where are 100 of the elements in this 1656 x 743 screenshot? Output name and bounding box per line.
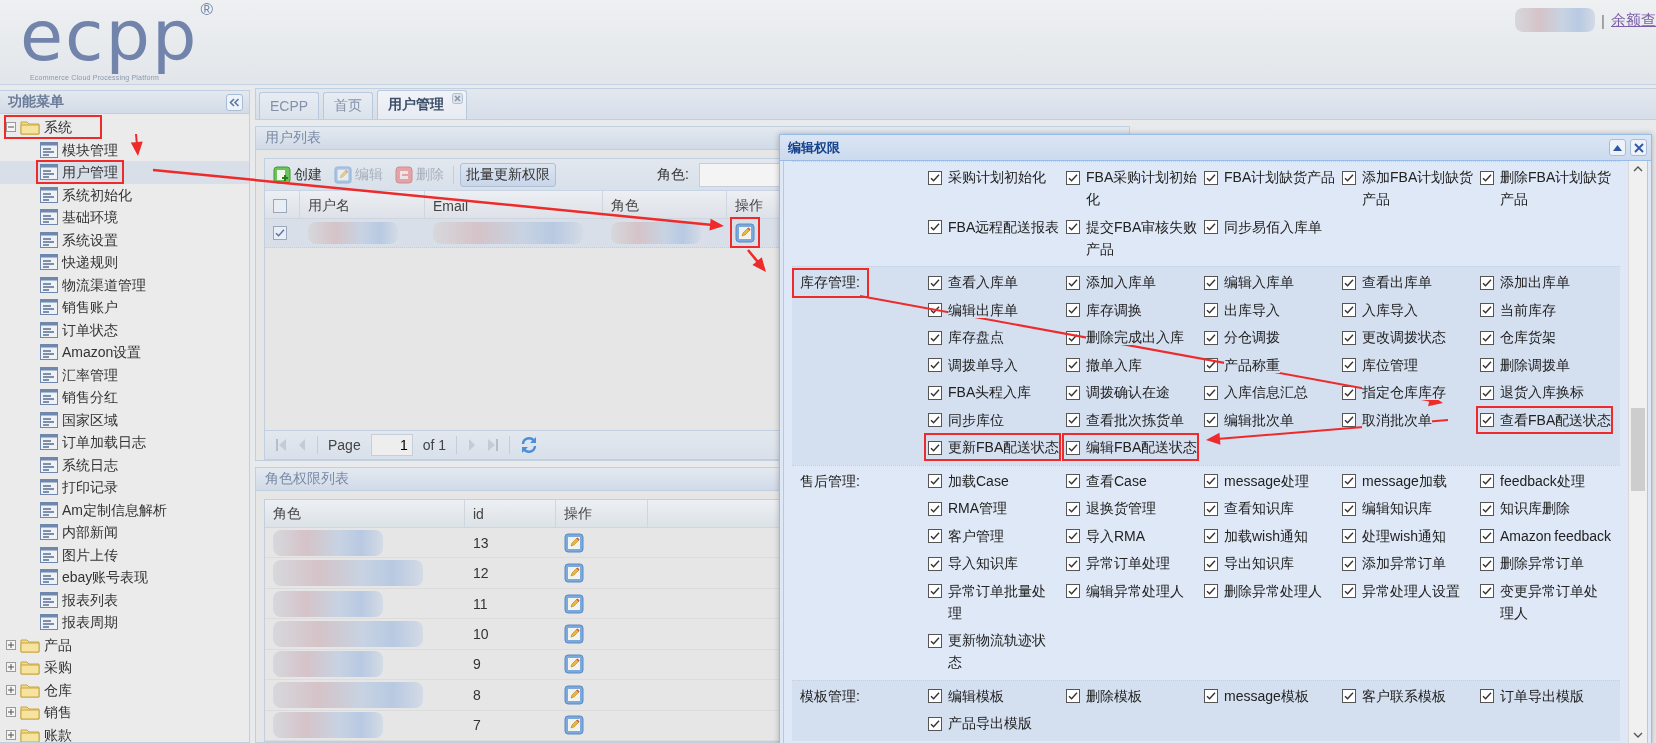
checkbox[interactable] [1066, 501, 1080, 516]
edit-button[interactable] [564, 623, 584, 644]
edit-button[interactable] [735, 223, 755, 243]
checkbox[interactable] [1066, 220, 1080, 234]
checkbox[interactable] [1066, 584, 1080, 598]
checkbox[interactable] [1066, 275, 1080, 290]
checkbox[interactable] [1066, 474, 1080, 488]
checkbox[interactable] [928, 358, 942, 372]
checkbox[interactable] [1480, 501, 1494, 516]
checkbox[interactable] [273, 198, 287, 213]
checkbox[interactable] [1480, 303, 1494, 317]
checkbox[interactable] [928, 584, 942, 598]
toolbar-button[interactable]: 批量更新权限 [460, 162, 556, 187]
checkbox[interactable] [1066, 689, 1080, 703]
scrollbar[interactable] [1628, 161, 1647, 743]
checkbox[interactable] [928, 633, 942, 648]
collapse-button[interactable] [1609, 139, 1626, 156]
tree-item[interactable]: 模块管理 [0, 138, 249, 161]
tree-folder[interactable]: 账款 [0, 723, 249, 742]
balance-link[interactable]: 余额查 [1611, 10, 1656, 30]
edit-button[interactable] [564, 593, 584, 614]
checkbox[interactable] [1204, 529, 1218, 543]
checkbox[interactable] [1204, 556, 1218, 571]
checkbox[interactable] [928, 529, 942, 543]
tree-item[interactable]: 订单加载日志 [0, 431, 249, 454]
collapse-button[interactable] [226, 93, 243, 111]
plus-icon[interactable] [6, 707, 16, 718]
checkbox[interactable] [1480, 529, 1494, 543]
tree-item[interactable]: 汇率管理 [0, 363, 249, 386]
checkbox[interactable] [1066, 170, 1080, 185]
checkbox[interactable] [1066, 303, 1080, 317]
checkbox[interactable] [1342, 303, 1356, 317]
tree-item[interactable]: Amazon设置 [0, 341, 249, 364]
checkbox[interactable] [1480, 584, 1494, 598]
edit-button[interactable] [564, 654, 584, 675]
tree-item[interactable]: 报表周期 [0, 611, 249, 634]
checkbox[interactable] [928, 501, 942, 516]
checkbox[interactable] [1204, 170, 1218, 185]
tree-folder[interactable]: 销售 [0, 701, 249, 724]
checkbox[interactable] [1342, 275, 1356, 290]
checkbox[interactable] [928, 413, 942, 427]
checkbox[interactable] [1066, 358, 1080, 372]
edit-button[interactable] [564, 684, 584, 705]
tree-item[interactable]: 打印记录 [0, 476, 249, 499]
checkbox[interactable] [1204, 584, 1218, 598]
tree-item[interactable]: Am定制信息解析 [0, 498, 249, 521]
checkbox[interactable] [928, 220, 942, 234]
tree-item[interactable]: 基础环境 [0, 206, 249, 229]
tree-item[interactable]: 图片上传 [0, 543, 249, 566]
tree-folder[interactable]: 产品 [0, 633, 249, 656]
tree-item[interactable]: 快递规则 [0, 251, 249, 274]
edit-button[interactable] [564, 563, 584, 584]
checkbox[interactable] [1066, 385, 1080, 400]
plus-icon[interactable] [6, 639, 16, 650]
page-number-field[interactable]: 1 [370, 434, 413, 456]
tab[interactable]: 用户管理 [377, 90, 468, 119]
checkbox[interactable] [1204, 501, 1218, 516]
tree-item[interactable]: 国家区域 [0, 408, 249, 431]
tree-folder[interactable]: 系统 [0, 116, 249, 139]
checkbox[interactable] [1204, 330, 1218, 345]
checkbox[interactable] [1066, 556, 1080, 571]
edit-button[interactable] [564, 715, 584, 736]
checkbox[interactable] [1480, 556, 1494, 571]
checkbox[interactable] [1204, 220, 1218, 234]
checkbox[interactable] [928, 689, 942, 703]
plus-icon[interactable] [6, 662, 16, 673]
checkbox[interactable] [1342, 584, 1356, 598]
checkbox[interactable] [1480, 413, 1494, 427]
checkbox[interactable] [928, 275, 942, 290]
checkbox[interactable] [1342, 358, 1356, 372]
checkbox[interactable] [1480, 275, 1494, 290]
checkbox[interactable] [1066, 440, 1080, 455]
checkbox[interactable] [1066, 413, 1080, 427]
checkbox[interactable] [1342, 385, 1356, 400]
checkbox[interactable] [1342, 330, 1356, 345]
checkbox[interactable] [1342, 689, 1356, 703]
checkbox[interactable] [1480, 385, 1494, 400]
plus-icon[interactable] [6, 729, 16, 740]
checkbox[interactable] [928, 716, 942, 731]
refresh-icon[interactable] [520, 436, 539, 454]
checkbox[interactable] [1342, 556, 1356, 571]
tree-folder[interactable]: 仓库 [0, 678, 249, 701]
checkbox[interactable] [928, 556, 942, 571]
scrollbar-thumb[interactable] [1631, 408, 1645, 491]
checkbox[interactable] [1480, 330, 1494, 345]
checkbox[interactable] [1204, 689, 1218, 703]
checkbox[interactable] [1342, 170, 1356, 185]
checkbox[interactable] [928, 170, 942, 185]
checkbox[interactable] [273, 226, 287, 240]
tree-item[interactable]: 内部新闻 [0, 521, 249, 544]
plus-icon[interactable] [6, 684, 16, 695]
checkbox[interactable] [1066, 529, 1080, 543]
close-icon[interactable] [452, 93, 464, 104]
tree-item[interactable]: 用户管理 [0, 161, 249, 184]
minus-icon[interactable] [6, 122, 16, 133]
tree-item[interactable]: 系统设置 [0, 228, 249, 251]
column-header[interactable]: 操作 [556, 500, 648, 527]
tree-item[interactable]: 销售分红 [0, 386, 249, 409]
tree-item[interactable]: 订单状态 [0, 318, 249, 341]
tree-item[interactable]: 报表列表 [0, 588, 249, 611]
